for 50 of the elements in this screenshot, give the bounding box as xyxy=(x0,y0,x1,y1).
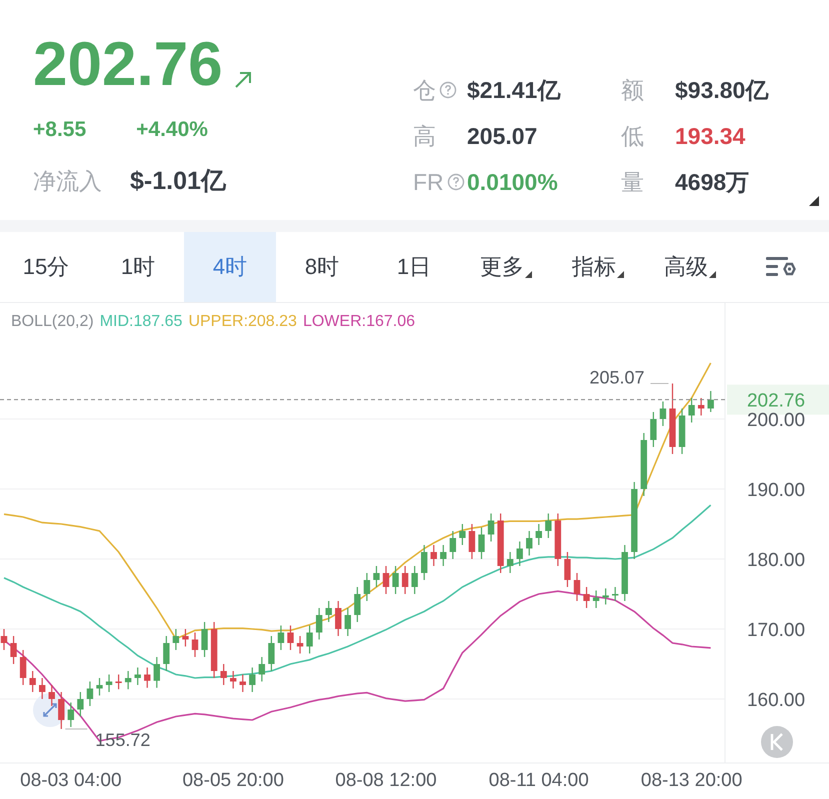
axis-label: 200.00 xyxy=(746,410,806,431)
indicator-name: BOLL(20,2) xyxy=(11,313,94,331)
axis-label: 08-08 12:00 xyxy=(335,770,437,791)
dropdown-triangle-icon xyxy=(709,270,716,278)
timeframe-tab[interactable]: 8时 xyxy=(276,232,368,302)
percent-change: +4.40% xyxy=(136,118,208,142)
stat-label: 量 xyxy=(621,168,644,196)
chart-settings-icon[interactable] xyxy=(766,255,796,279)
stat-label: 净流入 xyxy=(33,167,102,196)
timeframe-tab[interactable]: 1时 xyxy=(92,232,184,302)
axis-label: 190.00 xyxy=(746,480,806,501)
indicator-value: LOWER:167.06 xyxy=(302,313,416,331)
stat-label: 额 xyxy=(621,76,644,104)
last-price-label: 202.76 xyxy=(746,390,806,412)
timeframe-tab[interactable]: 4时 xyxy=(184,232,276,302)
indicator-value: MID:187.65 xyxy=(100,313,182,331)
stat-label: 仓 xyxy=(413,76,436,104)
last-price: 202.76 xyxy=(33,30,223,100)
leader-line xyxy=(64,728,88,730)
stat-value: $-1.01亿 xyxy=(130,166,226,197)
timeframe-tab[interactable]: 15分 xyxy=(0,232,92,302)
stat-value: $21.41亿 xyxy=(467,76,560,104)
price-change: +8.55 xyxy=(33,118,86,142)
extreme-price-label: 155.72 xyxy=(95,730,150,750)
axis-label: 160.00 xyxy=(746,690,806,712)
axis-label: 08-13 20:00 xyxy=(640,770,742,791)
axis-label: 170.00 xyxy=(746,620,806,641)
stat-value: 0.0100% xyxy=(467,168,558,196)
timeframe-tab[interactable]: 1日 xyxy=(368,232,460,302)
axis-label: 08-03 04:00 xyxy=(20,770,122,791)
axis-label: 180.00 xyxy=(746,550,806,571)
stat-label: 低 xyxy=(621,122,644,150)
corner-triangle-icon[interactable] xyxy=(809,196,819,206)
up-arrow-icon xyxy=(232,70,253,90)
stat-label: 高 xyxy=(413,122,436,150)
extreme-price-label: 205.07 xyxy=(589,368,644,388)
stat-value: 4698万 xyxy=(675,168,750,196)
timeframe-tab[interactable]: 高级 xyxy=(644,232,736,302)
indicator-value: UPPER:208.23 xyxy=(188,313,297,331)
dropdown-triangle-icon xyxy=(525,270,532,278)
stat-label: FR xyxy=(413,168,444,196)
axis-label: 08-05 20:00 xyxy=(182,770,284,791)
leader-line xyxy=(650,383,669,384)
stat-value: 205.07 xyxy=(467,122,538,150)
stat-value: $93.80亿 xyxy=(675,76,768,104)
timeframe-tab[interactable]: 指标 xyxy=(552,232,644,302)
axis-label: 08-11 04:00 xyxy=(488,770,589,791)
stat-value: 193.34 xyxy=(675,122,746,150)
timeframe-tab[interactable]: 更多 xyxy=(460,232,552,302)
dropdown-triangle-icon xyxy=(617,270,624,278)
